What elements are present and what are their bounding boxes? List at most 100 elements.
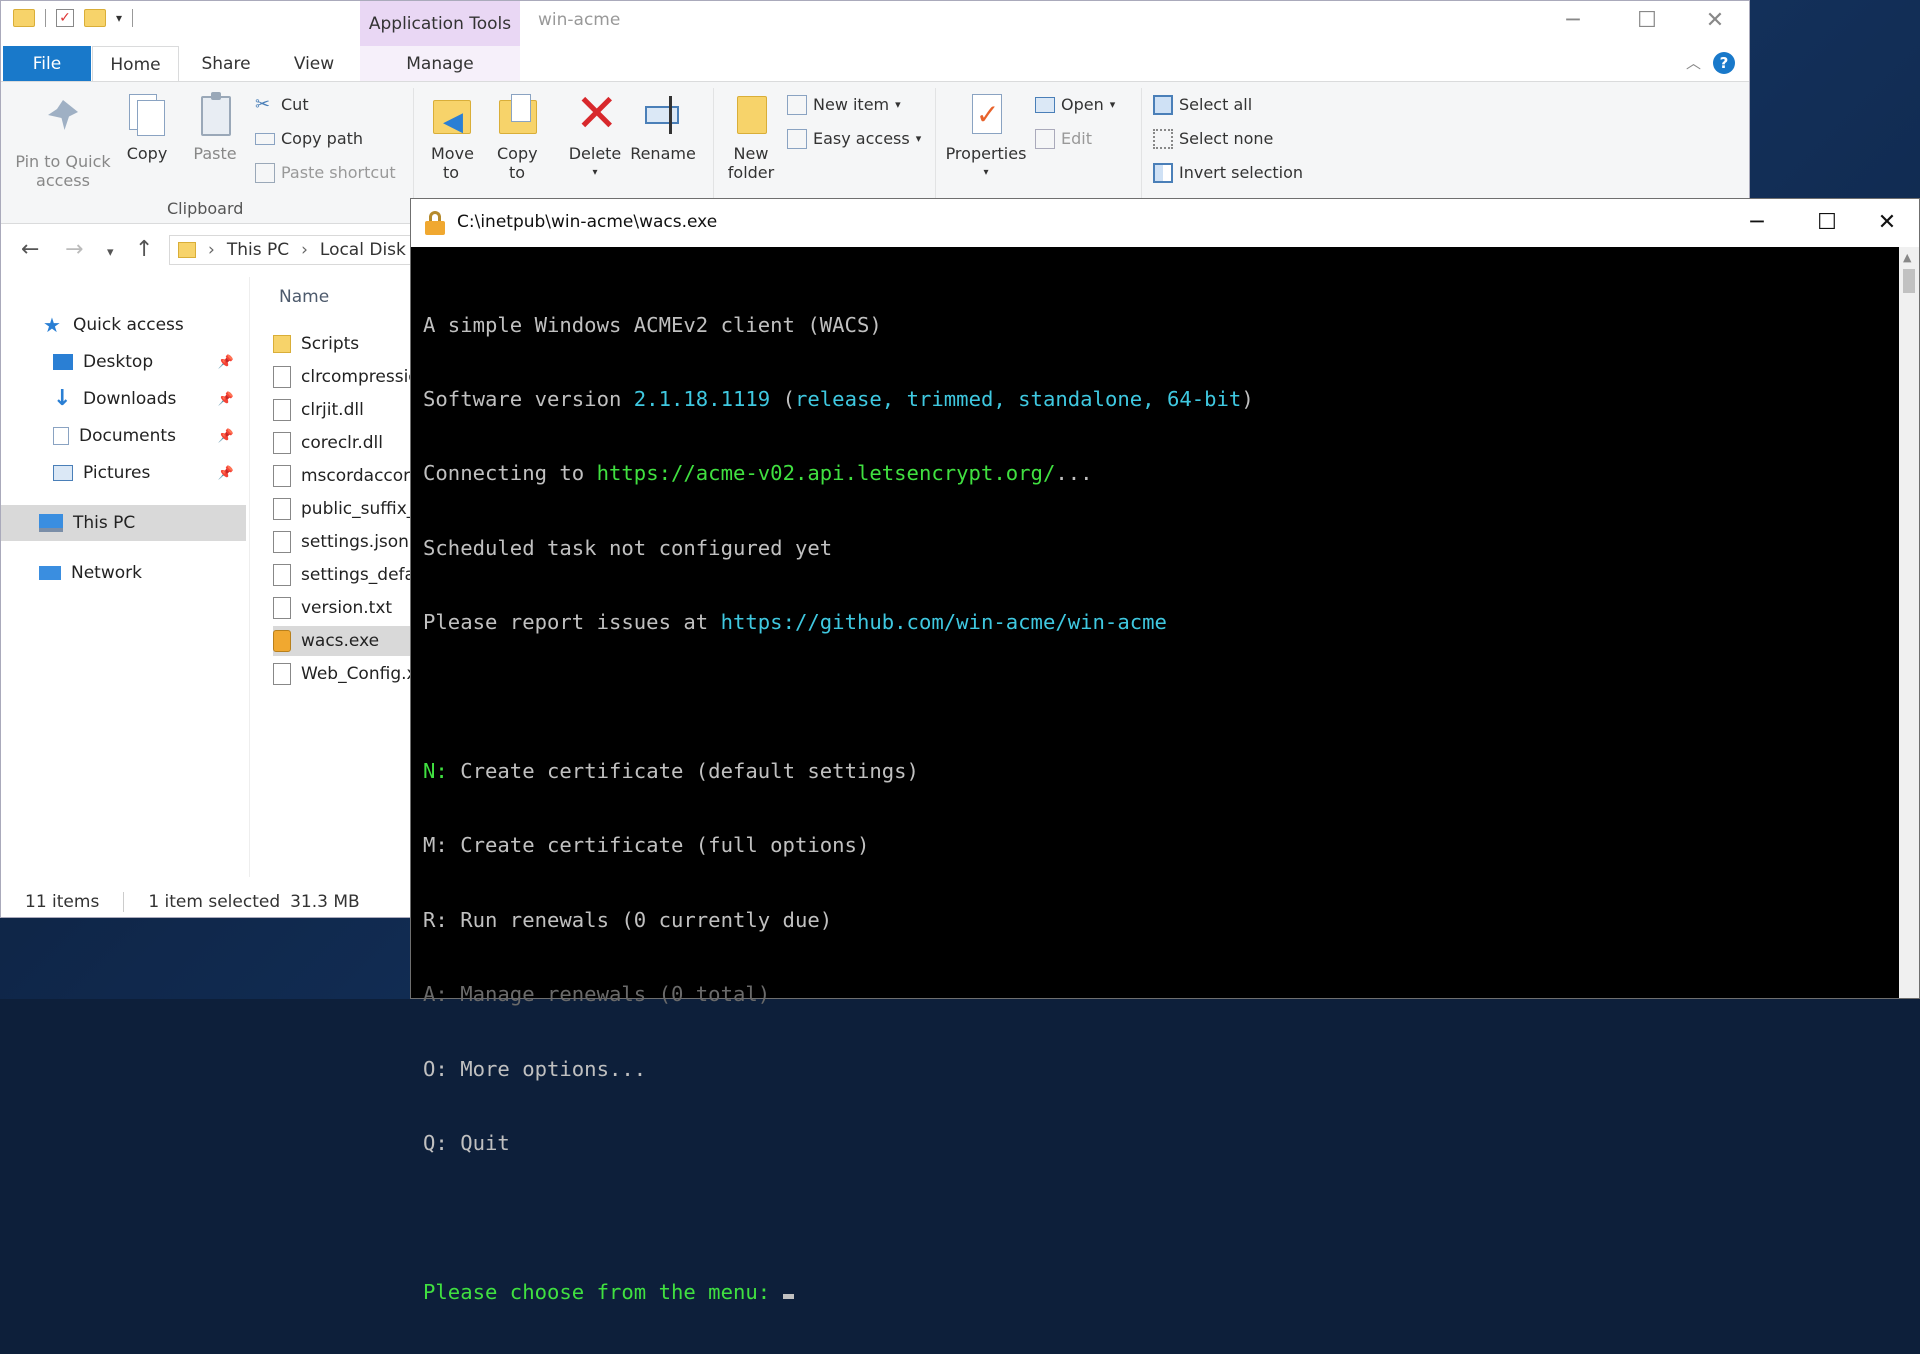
- nav-this-pc[interactable]: This PC: [1, 505, 246, 541]
- chevron-up-icon[interactable]: ︿: [1686, 52, 1701, 73]
- pin-icon[interactable]: 📌: [218, 429, 234, 444]
- new-folder-button[interactable]: New folder: [721, 92, 781, 182]
- menu-text: R: Run renewals (0 currently due): [423, 907, 833, 932]
- console-line: Connecting to https://acme-v02.api.letse…: [423, 461, 1883, 486]
- new-folder-icon[interactable]: [84, 9, 106, 27]
- console-text: Connecting to: [423, 461, 597, 486]
- file-row-public-suffix[interactable]: public_suffix_list.dat: [273, 494, 427, 524]
- file-row-web-config[interactable]: Web_Config.xml: [273, 659, 427, 689]
- copy-to-button[interactable]: Copy to: [491, 92, 543, 182]
- maximize-icon[interactable]: ☐: [1797, 207, 1857, 239]
- properties-dropdown-icon[interactable]: ▾: [941, 163, 1031, 182]
- status-separator: [123, 892, 125, 912]
- application-tools-tab[interactable]: Application Tools: [360, 1, 520, 49]
- file-row-settings-json[interactable]: settings.json: [273, 527, 427, 557]
- pin-icon[interactable]: 📌: [218, 392, 234, 407]
- menu-option-r: R: Run renewals (0 currently due): [423, 908, 1883, 933]
- easy-access-button[interactable]: Easy access ▾: [787, 126, 921, 152]
- delete-dropdown-icon[interactable]: ▾: [565, 163, 625, 182]
- select-all-icon: [1153, 95, 1173, 115]
- edit-button[interactable]: Edit: [1035, 126, 1092, 152]
- breadcrumb-this-pc[interactable]: This PC: [227, 240, 289, 260]
- scroll-up-icon[interactable]: ▲: [1903, 251, 1911, 264]
- paste-button[interactable]: Paste: [189, 92, 241, 163]
- tab-view[interactable]: View: [284, 46, 344, 82]
- menu-prompt[interactable]: Please choose from the menu:: [423, 1280, 1883, 1305]
- nav-label: Documents: [79, 426, 176, 446]
- nav-quick-access[interactable]: ★ Quick access: [1, 307, 246, 343]
- build-details: release, trimmed, standalone, 64-bit: [794, 386, 1242, 411]
- invert-selection-label: Invert selection: [1179, 163, 1304, 182]
- select-none-label: Select none: [1179, 129, 1274, 148]
- tab-file[interactable]: File: [3, 46, 91, 82]
- properties-check-icon[interactable]: ✓: [56, 9, 74, 27]
- easy-access-label: Easy access: [813, 129, 910, 148]
- qat-dropdown-icon[interactable]: ▾: [116, 11, 122, 25]
- nav-documents[interactable]: Documents 📌: [1, 418, 246, 454]
- tab-home[interactable]: Home: [92, 46, 179, 83]
- breadcrumb-local-disk[interactable]: Local Disk: [320, 240, 406, 260]
- tab-share[interactable]: Share: [196, 46, 256, 82]
- column-header-name[interactable]: Name: [279, 287, 329, 307]
- file-row-scripts[interactable]: Scripts: [273, 329, 427, 359]
- help-icon[interactable]: ?: [1713, 52, 1735, 74]
- file-row-coreclr[interactable]: coreclr.dll: [273, 428, 427, 458]
- folder-icon[interactable]: [13, 9, 35, 27]
- file-row-version[interactable]: version.txt: [273, 593, 427, 623]
- minimize-icon[interactable]: ─: [1545, 5, 1601, 37]
- file-row-wacs-exe[interactable]: wacs.exe: [273, 626, 427, 656]
- copy-path-button[interactable]: Copy path: [255, 126, 363, 152]
- open-button[interactable]: Open ▾: [1035, 92, 1115, 118]
- file-name: clrcompression.dll: [301, 367, 427, 387]
- console-text: Scheduled task not configured yet: [423, 535, 833, 560]
- copy-path-icon: [255, 133, 275, 145]
- recent-locations-chevron-icon[interactable]: ▾: [107, 245, 114, 260]
- nav-label: Desktop: [83, 352, 154, 372]
- console-scrollbar[interactable]: ▲: [1899, 247, 1919, 998]
- minimize-icon[interactable]: ─: [1727, 207, 1787, 239]
- new-item-button[interactable]: New item ▾: [787, 92, 901, 118]
- nav-pictures[interactable]: Pictures 📌: [1, 455, 246, 491]
- copy-icon: [125, 92, 169, 138]
- pin-to-quick-access-button[interactable]: Pin to Quick access: [13, 92, 113, 190]
- cut-button[interactable]: ✂ Cut: [255, 92, 309, 118]
- invert-selection-button[interactable]: Invert selection: [1153, 160, 1303, 186]
- new-item-label: New item: [813, 95, 890, 114]
- delete-button[interactable]: ✕ Delete ▾: [565, 88, 625, 182]
- select-none-button[interactable]: Select none: [1153, 126, 1273, 152]
- text-cursor: [782, 1293, 794, 1299]
- back-arrow-icon[interactable]: ←: [21, 237, 39, 262]
- maximize-icon[interactable]: ☐: [1619, 5, 1675, 37]
- move-to-button[interactable]: ◀ Move to: [425, 92, 477, 182]
- file-row-clrjit[interactable]: clrjit.dll: [273, 395, 427, 425]
- tab-manage[interactable]: Manage: [360, 46, 520, 82]
- scroll-thumb[interactable]: [1903, 269, 1915, 293]
- file-row-settings-default[interactable]: settings_default.json: [273, 560, 427, 590]
- edit-label: Edit: [1061, 129, 1092, 148]
- close-icon[interactable]: ✕: [1687, 5, 1743, 37]
- rename-button[interactable]: Rename: [629, 92, 697, 163]
- nav-desktop[interactable]: Desktop 📌: [1, 344, 246, 380]
- nav-downloads[interactable]: ↓ Downloads 📌: [1, 381, 246, 417]
- move-to-label: Move to: [431, 144, 474, 182]
- properties-button[interactable]: ✓ Properties ▾: [941, 92, 1031, 182]
- paste-shortcut-button[interactable]: Paste shortcut: [255, 160, 396, 186]
- file-row-mscordaccore[interactable]: mscordaccore.dll: [273, 461, 427, 491]
- up-arrow-icon[interactable]: ↑: [135, 237, 153, 262]
- file-name: coreclr.dll: [301, 433, 383, 453]
- nav-network[interactable]: Network: [1, 555, 246, 591]
- console-line: A simple Windows ACMEv2 client (WACS): [423, 313, 1883, 338]
- new-folder-icon: [729, 92, 773, 138]
- file-row-clrcompression[interactable]: clrcompression.dll: [273, 362, 427, 392]
- copy-button[interactable]: Copy: [121, 92, 173, 163]
- menu-option-n: N: Create certificate (default settings): [423, 759, 1883, 784]
- select-all-button[interactable]: Select all: [1153, 92, 1252, 118]
- close-icon[interactable]: ✕: [1857, 207, 1917, 239]
- pin-icon[interactable]: 📌: [218, 355, 234, 370]
- paste-icon: [193, 92, 237, 138]
- file-name: wacs.exe: [301, 631, 380, 651]
- pin-icon[interactable]: 📌: [218, 466, 234, 481]
- file-name: clrjit.dll: [301, 400, 364, 420]
- forward-arrow-icon[interactable]: →: [65, 237, 83, 262]
- console-window[interactable]: C:\inetpub\win-acme\wacs.exe ─ ☐ ✕ A sim…: [410, 198, 1920, 1304]
